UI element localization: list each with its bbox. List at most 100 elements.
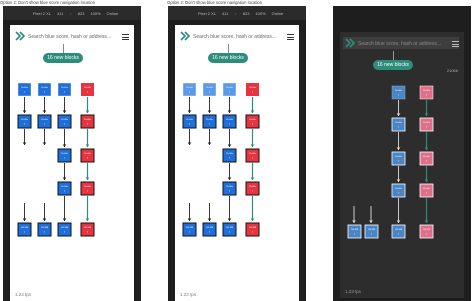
caption-left: Option 2: Don't show blue score navigati… [0, 0, 96, 5]
block[interactable]: 1013882 [245, 222, 260, 237]
block[interactable]: 1013882 [202, 222, 217, 237]
block[interactable]: 11c66e4 [182, 114, 197, 129]
arrow-head [250, 144, 255, 147]
app-screen-light: Search blue score, hash or address... 16… [10, 25, 134, 301]
arrow-head [187, 142, 192, 145]
caption-middle: Option 2: Don't show blue score navigati… [167, 0, 263, 5]
block[interactable]: 11c66e4 [202, 82, 217, 97]
zoom-select[interactable]: 100% [90, 11, 100, 16]
block[interactable]: 11c66e4 [245, 114, 260, 129]
arrow-head [207, 110, 212, 113]
arrow-head [62, 218, 67, 221]
block[interactable]: 1013882 [364, 224, 379, 239]
block[interactable]: 1013881 [419, 224, 434, 239]
block[interactable]: 11c66e1 [245, 181, 260, 196]
block[interactable]: 11c66e4 [57, 181, 72, 196]
block[interactable]: 11c66e4 [80, 114, 95, 129]
arrow-head [396, 179, 401, 182]
block[interactable]: 1013881 [347, 224, 362, 239]
arrow-head [22, 110, 27, 113]
device-height[interactable]: 823 [243, 11, 250, 16]
block-rect [57, 181, 72, 196]
block[interactable]: 1013881 [182, 222, 197, 237]
block-label: 11c66e [84, 186, 92, 188]
block[interactable]: 11c66e4 [222, 181, 237, 196]
block-label: 11c66e [423, 90, 431, 92]
arrow-head [42, 142, 47, 145]
device-width[interactable]: 411 [57, 11, 63, 16]
block[interactable]: 11c66e1 [80, 181, 95, 196]
arrow-head [207, 142, 212, 145]
dimension-separator: × [69, 10, 72, 16]
block[interactable]: 11c66e2 [17, 82, 32, 97]
block[interactable]: 11c66e2 [391, 183, 406, 198]
block-rect [246, 83, 259, 96]
arrow-head [250, 110, 255, 113]
block-rect [245, 114, 260, 129]
block-label: 101388 [186, 227, 194, 229]
block[interactable]: 1013882 [37, 222, 52, 237]
block-label: 101388 [84, 227, 92, 229]
block[interactable]: 11c66e1 [37, 114, 52, 129]
block[interactable]: 1013882 [80, 222, 95, 237]
block[interactable]: 11c66e4 [419, 183, 434, 198]
device-select[interactable]: Pixel 2 XL [33, 11, 51, 16]
block[interactable]: 11c66e4 [391, 151, 406, 166]
block-label: 101388 [395, 229, 403, 231]
block[interactable]: 11c66e2 [222, 114, 237, 129]
block[interactable]: 11c66e2 [391, 85, 406, 100]
device-width[interactable]: 411 [222, 11, 228, 16]
block[interactable]: 11c66e1 [57, 82, 72, 97]
block-label: 11c66e [206, 87, 214, 89]
block-rect [347, 224, 362, 239]
block-label: 11c66e [395, 122, 403, 124]
block[interactable]: 11c66e4 [419, 85, 434, 100]
arrow-head [227, 218, 232, 221]
network-select[interactable]: Online [272, 11, 284, 16]
arrow-head [250, 177, 255, 180]
block-label: 11c66e [21, 87, 29, 89]
block[interactable]: 1013881 [17, 222, 32, 237]
block-rect [222, 181, 237, 196]
block-rect [37, 114, 52, 129]
block-label: 11c66e [226, 119, 234, 121]
block[interactable]: 11c66e2 [81, 83, 94, 96]
block-label: 11c66e [423, 188, 431, 190]
tps-readout: 1.23 tps [180, 292, 197, 297]
block[interactable]: 11c66e2 [80, 148, 95, 163]
block[interactable]: 1013884 [222, 222, 237, 237]
block[interactable]: 11c66e1 [222, 148, 237, 163]
block-rect [80, 222, 95, 237]
block[interactable]: 11c66e1 [391, 117, 406, 132]
block[interactable]: 11c66e1 [57, 148, 72, 163]
block[interactable]: 11c66e2 [246, 83, 259, 96]
block-rect [202, 222, 217, 237]
arrow-head [187, 218, 192, 221]
device-height[interactable]: 823 [78, 11, 85, 16]
blockdag-graph: 11c66e211c66e411c66e111c66e211c66e411c66… [182, 82, 260, 237]
block-rect [17, 114, 32, 129]
block[interactable]: 11c66e2 [419, 117, 434, 132]
block-rect [57, 82, 72, 97]
block[interactable]: 11c66e1 [222, 82, 237, 97]
device-frame-3: Search blue score, hash or address... 16… [333, 6, 471, 301]
block[interactable]: 11c66e2 [182, 82, 197, 97]
block[interactable]: 11c66e2 [57, 114, 72, 129]
block-label: 101388 [351, 229, 359, 231]
device-select[interactable]: Pixel 2 XL [198, 11, 216, 16]
block[interactable]: 11c66e4 [17, 114, 32, 129]
block-label: 11c66e [186, 119, 194, 121]
block[interactable]: 11c66e1 [419, 151, 434, 166]
block[interactable]: 1013884 [57, 222, 72, 237]
arrow-head [85, 218, 90, 221]
block[interactable]: 11c66e2 [245, 148, 260, 163]
block-label: 11c66e [395, 90, 403, 92]
block[interactable]: 11c66e4 [37, 82, 52, 97]
dimension-separator: × [234, 10, 237, 16]
block-label: 11c66e [249, 186, 257, 188]
network-select[interactable]: Online [107, 11, 119, 16]
block[interactable]: 11c66e1 [202, 114, 217, 129]
zoom-select[interactable]: 100% [255, 11, 265, 16]
block-label: 11c66e [226, 186, 234, 188]
block[interactable]: 1013884 [391, 224, 406, 239]
